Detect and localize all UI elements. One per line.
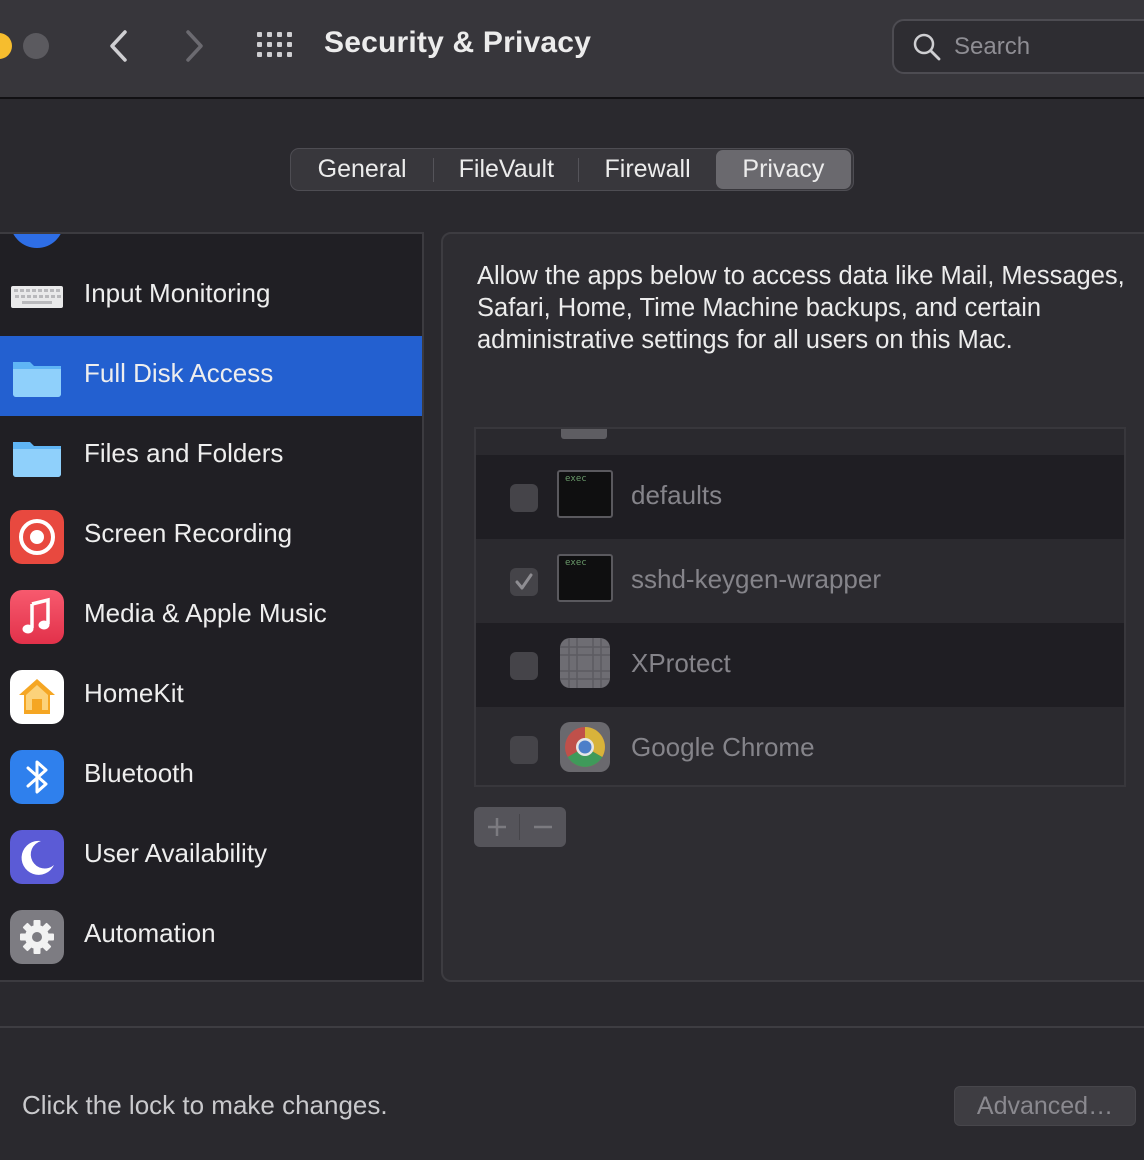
- grid-icon: [257, 32, 292, 57]
- sidebar-item-automation[interactable]: Automation: [0, 896, 422, 976]
- app-name: Google Chrome: [631, 732, 815, 762]
- sidebar-item-files-and-folders[interactable]: Files and Folders: [0, 416, 422, 496]
- add-app-button[interactable]: [474, 807, 519, 847]
- folder-icon: [13, 442, 61, 477]
- footer-divider: [0, 1026, 1144, 1028]
- moon-icon: [10, 830, 64, 884]
- tab-firewall[interactable]: Firewall: [579, 149, 715, 190]
- bluetooth-icon: [10, 750, 64, 804]
- exec-terminal-icon: exec: [557, 470, 613, 520]
- sidebar-item-homekit[interactable]: HomeKit: [0, 656, 422, 736]
- exec-label: exec: [565, 558, 587, 568]
- music-note-icon: [10, 590, 64, 644]
- chevron-left-icon: [110, 30, 127, 62]
- sidebar-item-label: Media & Apple Music: [84, 598, 327, 628]
- app-checkbox[interactable]: [510, 736, 538, 764]
- list-item-sshd-keygen-wrapper[interactable]: exec sshd-keygen-wrapper: [476, 539, 1124, 623]
- chrome-icon: [560, 722, 610, 772]
- lock-hint-text[interactable]: Click the lock to make changes.: [22, 1090, 388, 1121]
- sidebar-item-label: Screen Recording: [84, 518, 293, 548]
- search-icon: [913, 33, 941, 61]
- checkmark-icon: [515, 573, 533, 590]
- zoom-button[interactable]: [23, 33, 49, 59]
- location-icon: [10, 234, 64, 248]
- page-title: Security & Privacy: [324, 26, 592, 59]
- app-name: defaults: [631, 480, 723, 510]
- sidebar-item-label: HomeKit: [84, 678, 184, 708]
- app-checkbox[interactable]: [510, 652, 538, 680]
- plus-icon: [487, 818, 506, 836]
- full-disk-access-panel: Allow the apps below to access data like…: [441, 232, 1144, 982]
- app-list[interactable]: exec defaults exec sshd-keygen-wrapper X…: [474, 427, 1126, 787]
- chevron-right-icon: [186, 30, 203, 62]
- gear-icon: [10, 910, 64, 964]
- sidebar-item-label: Full Disk Access: [84, 358, 274, 388]
- remove-app-button[interactable]: [520, 807, 565, 847]
- tab-privacy[interactable]: Privacy: [715, 150, 852, 189]
- sidebar-item-label: Bluetooth: [84, 758, 194, 788]
- home-icon: [10, 670, 64, 724]
- sidebar-item-bluetooth[interactable]: Bluetooth: [0, 736, 422, 816]
- sidebar-item-screen-recording[interactable]: Screen Recording: [0, 496, 422, 576]
- app-icon-partial: [561, 429, 607, 439]
- list-item: [476, 429, 1124, 455]
- list-item-google-chrome[interactable]: Google Chrome: [476, 707, 1124, 785]
- sidebar-item-label: User Availability: [84, 838, 268, 868]
- app-name: sshd-keygen-wrapper: [631, 564, 882, 594]
- list-item-defaults[interactable]: exec defaults: [476, 455, 1124, 539]
- minus-icon: [533, 825, 552, 829]
- search-field[interactable]: [892, 19, 1144, 74]
- sidebar-item-user-availability[interactable]: User Availability: [0, 816, 422, 896]
- exec-terminal-icon: exec: [557, 554, 613, 604]
- tab-filevault[interactable]: FileVault: [434, 149, 578, 190]
- app-checkbox[interactable]: [510, 484, 538, 512]
- minimize-button[interactable]: [0, 33, 12, 59]
- keyboard-icon: [11, 286, 63, 308]
- app-name: XProtect: [631, 648, 731, 678]
- tab-general[interactable]: General: [291, 149, 433, 190]
- privacy-category-list[interactable]: Input Monitoring Full Disk Access Files …: [0, 232, 424, 982]
- tab-bar: General FileVault Firewall Privacy: [290, 148, 854, 191]
- screen-recording-icon: [10, 510, 64, 564]
- add-remove-control: [474, 807, 566, 847]
- sidebar-item-full-disk-access[interactable]: Full Disk Access: [0, 336, 422, 416]
- xprotect-icon: [560, 638, 610, 688]
- forward-button[interactable]: [174, 26, 214, 66]
- show-all-button[interactable]: [254, 28, 296, 62]
- search-input[interactable]: [954, 31, 1134, 63]
- sidebar-item-label: Files and Folders: [84, 438, 284, 468]
- title-bar: Security & Privacy: [0, 0, 1144, 99]
- sidebar-item-media-apple-music[interactable]: Media & Apple Music: [0, 576, 422, 656]
- sidebar-item-label: Automation: [84, 918, 216, 948]
- exec-label: exec: [565, 474, 587, 484]
- folder-icon: [13, 362, 61, 397]
- sidebar-item-label: Input Monitoring: [84, 278, 271, 308]
- advanced-button[interactable]: Advanced…: [954, 1086, 1136, 1126]
- sidebar-item-input-monitoring[interactable]: Input Monitoring: [0, 256, 422, 336]
- list-item-xprotect[interactable]: XProtect: [476, 623, 1124, 707]
- permission-description: Allow the apps below to access data like…: [477, 262, 1125, 354]
- app-checkbox[interactable]: [510, 568, 538, 596]
- back-button[interactable]: [99, 26, 139, 66]
